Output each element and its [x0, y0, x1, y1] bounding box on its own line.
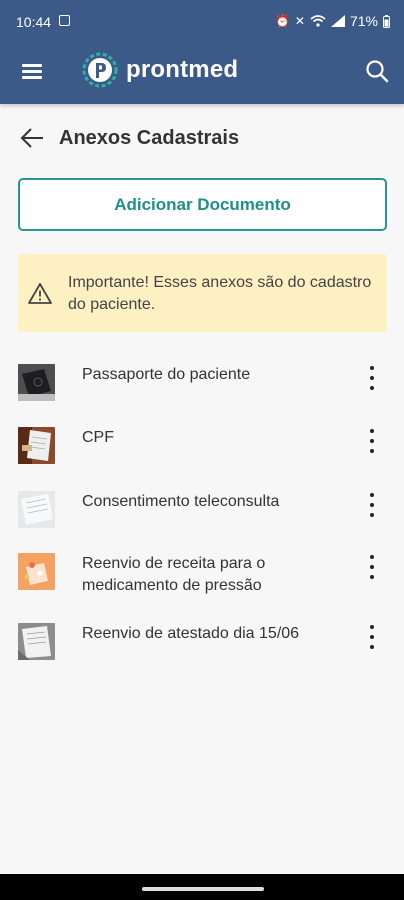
wifi-icon — [310, 15, 326, 27]
battery-level: 71% — [349, 13, 378, 29]
signal-icon — [330, 15, 345, 27]
page-header: Anexos Cadastrais — [0, 118, 404, 158]
notification-icon — [59, 15, 70, 26]
attachment-label: CPF — [82, 429, 114, 446]
info-alert: Importante! Esses anexos são do cadastro… — [18, 254, 387, 332]
attachment-label: Reenvio de atestado dia 15/06 — [82, 625, 300, 642]
passport-thumbnail — [18, 364, 55, 401]
attachment-label: Consentimento teleconsulta — [82, 493, 280, 510]
logo-text: prontmed — [126, 56, 239, 83]
mute-icon: ✕ — [294, 14, 305, 28]
system-nav-bar — [0, 874, 404, 900]
attachment-label: Reenvio de receita para o medicamento de… — [82, 555, 266, 594]
menu-icon[interactable] — [18, 60, 46, 84]
back-arrow-icon[interactable] — [18, 124, 46, 152]
search-icon[interactable] — [364, 58, 390, 84]
add-document-button[interactable]: Adicionar Documento — [18, 178, 387, 231]
document-thumbnail — [18, 427, 55, 464]
paper-thumbnail — [18, 491, 55, 528]
alert-text: Importante! Esses anexos são do cadastro… — [68, 274, 372, 313]
prescription-thumbnail — [18, 553, 55, 590]
more-options-icon[interactable] — [362, 623, 382, 651]
more-options-icon[interactable] — [362, 427, 382, 455]
app-bar: prontmed — [0, 40, 404, 104]
attachment-label: Passaporte do paciente — [82, 366, 251, 383]
status-bar: 10:44 ⏰ ✕ 71% — [0, 0, 404, 40]
page-title: Anexos Cadastrais — [59, 127, 240, 149]
prontmed-logo-icon — [82, 52, 118, 88]
warning-icon — [28, 283, 52, 304]
more-options-icon[interactable] — [362, 491, 382, 519]
status-time: 10:44 — [16, 14, 52, 30]
alarm-icon: ⏰ — [274, 14, 290, 28]
status-icons: ⏰ ✕ 71% — [275, 13, 390, 29]
app-logo: prontmed — [82, 52, 238, 88]
certificate-thumbnail — [18, 623, 55, 660]
more-options-icon[interactable] — [362, 364, 382, 392]
more-options-icon[interactable] — [362, 553, 382, 581]
home-gesture-handle[interactable] — [142, 887, 264, 891]
battery-icon — [383, 14, 390, 28]
